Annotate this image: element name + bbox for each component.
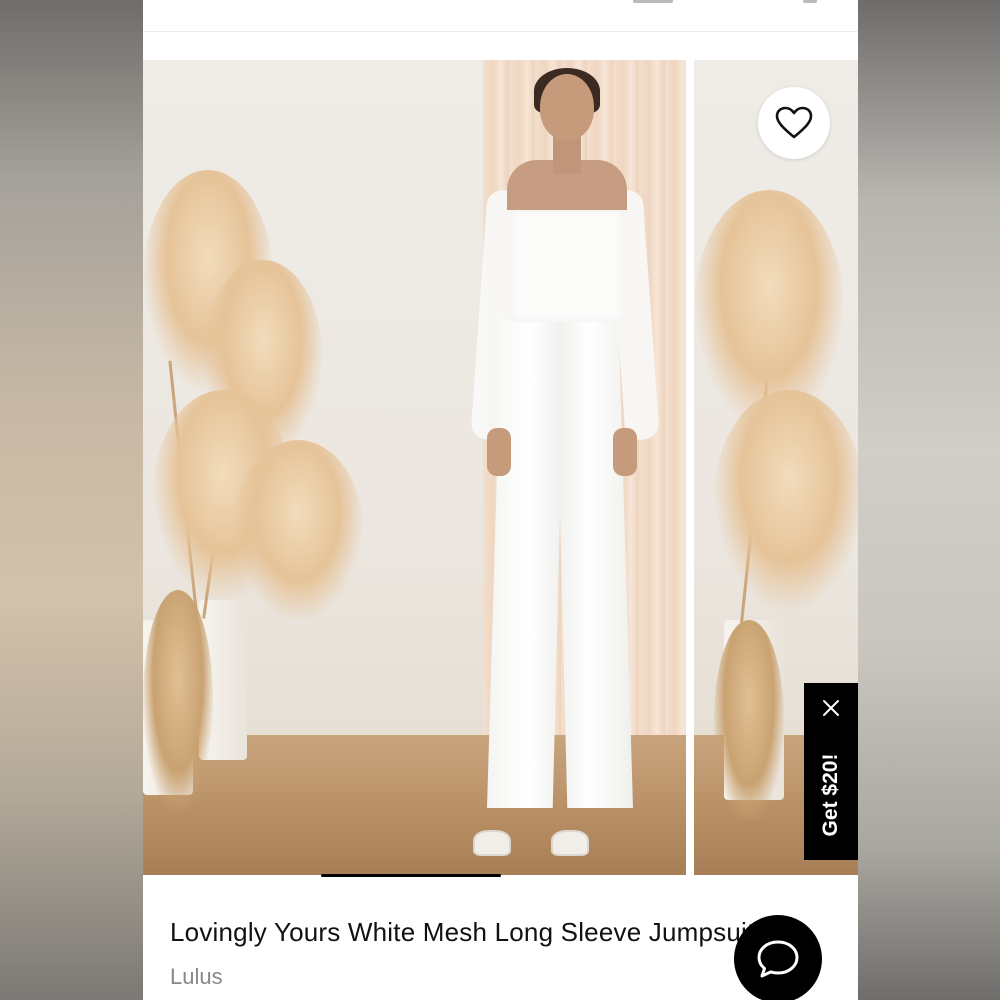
sandal-right <box>551 830 589 856</box>
product-image-main[interactable] <box>143 60 686 875</box>
right-backdrop <box>858 0 1000 1000</box>
image-gallery[interactable] <box>143 60 858 875</box>
pampas-hanging <box>714 620 784 820</box>
jumpsuit-bodice <box>511 210 623 322</box>
model-neck <box>553 134 581 174</box>
top-bar-fragment <box>803 0 817 3</box>
model-head <box>540 74 594 140</box>
favorite-button[interactable] <box>758 87 830 159</box>
product-title: Lovingly Yours White Mesh Long Sleeve Ju… <box>170 917 755 947</box>
pampas-plume <box>714 390 858 610</box>
heart-outline-icon <box>775 106 813 139</box>
left-backdrop <box>0 0 143 1000</box>
model-hand-right <box>613 428 637 476</box>
close-icon[interactable] <box>820 697 842 719</box>
jumpsuit-legs <box>487 318 633 808</box>
promo-label: Get $20! <box>819 753 842 837</box>
sandal-left <box>473 830 511 856</box>
gallery-scroll-indicator <box>321 874 501 877</box>
model-figure <box>143 60 686 875</box>
model-hand-left <box>487 428 511 476</box>
top-bar-fragment <box>633 0 673 3</box>
product-brand[interactable]: Lulus <box>170 964 223 990</box>
product-page: Get $20! Lovingly Yours White Mesh Long … <box>143 0 858 1000</box>
top-bar <box>143 0 858 32</box>
chat-button[interactable] <box>734 915 822 1000</box>
chat-bubble-icon <box>757 940 799 978</box>
get-20-promo-tab[interactable]: Get $20! <box>804 683 858 860</box>
